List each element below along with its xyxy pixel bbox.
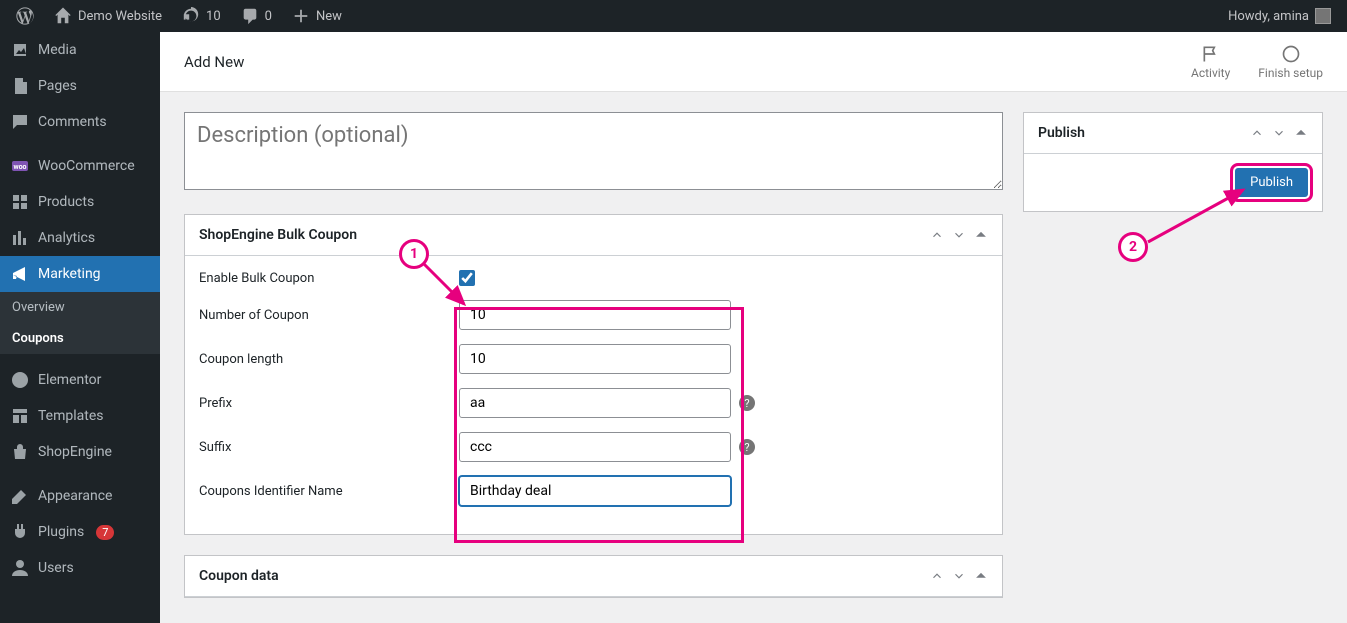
move-down-icon[interactable] — [1272, 126, 1286, 140]
description-textarea[interactable] — [184, 112, 1003, 190]
move-up-icon[interactable] — [930, 569, 944, 583]
sidebar-item-woocommerce[interactable]: wooWooCommerce — [0, 148, 160, 184]
annotation-step-2: 2 — [1118, 232, 1148, 262]
site-home-link[interactable]: Demo Website — [46, 0, 170, 32]
toggle-panel-icon[interactable] — [974, 228, 988, 242]
move-up-icon[interactable] — [930, 228, 944, 242]
comments-link[interactable]: 0 — [233, 0, 280, 32]
sidebar-item-pages[interactable]: Pages — [0, 68, 160, 104]
coupon-data-panel: Coupon data — [184, 555, 1003, 598]
enable-bulk-checkbox[interactable] — [459, 270, 475, 286]
home-icon — [54, 7, 72, 25]
sidebar-item-users[interactable]: Users — [0, 550, 160, 586]
new-content-link[interactable]: New — [284, 0, 350, 32]
marketing-icon — [10, 264, 30, 284]
sidebar-item-products[interactable]: Products — [0, 184, 160, 220]
templates-icon — [10, 406, 30, 426]
publish-panel: Publish Publish — [1023, 112, 1323, 212]
updates-count: 10 — [206, 9, 221, 24]
appearance-icon — [10, 486, 30, 506]
coupon-length-input[interactable] — [459, 344, 731, 374]
finish-setup-link[interactable]: Finish setup — [1258, 44, 1323, 80]
bulk-coupon-title: ShopEngine Bulk Coupon — [199, 227, 357, 243]
sidebar-item-analytics[interactable]: Analytics — [0, 220, 160, 256]
page-title: Add New — [184, 53, 244, 71]
avatar — [1315, 8, 1331, 24]
user-account-link[interactable]: Howdy, amina — [1220, 0, 1339, 32]
plugins-icon — [10, 522, 30, 542]
circle-icon — [1281, 44, 1301, 64]
admin-sidebar: Media Pages Comments wooWooCommerce Prod… — [0, 32, 160, 623]
users-icon — [10, 558, 30, 578]
identifier-label: Coupons Identifier Name — [199, 484, 459, 499]
sidebar-item-templates[interactable]: Templates — [0, 398, 160, 434]
wp-logo[interactable] — [8, 0, 42, 32]
sidebar-item-elementor[interactable]: Elementor — [0, 362, 160, 398]
coupon-data-title: Coupon data — [199, 568, 279, 584]
number-coupon-input[interactable] — [459, 300, 731, 330]
svg-text:woo: woo — [13, 163, 26, 171]
refresh-icon — [182, 7, 200, 25]
admin-bar: Demo Website 10 0 New Howdy, amina — [0, 0, 1347, 32]
comments-count: 0 — [265, 9, 272, 24]
move-down-icon[interactable] — [952, 228, 966, 242]
howdy-text: Howdy, amina — [1228, 9, 1309, 24]
flag-icon — [1201, 44, 1221, 64]
sidebar-subitem-overview[interactable]: Overview — [0, 292, 160, 323]
enable-bulk-label: Enable Bulk Coupon — [199, 271, 459, 286]
updates-link[interactable]: 10 — [174, 0, 229, 32]
sidebar-item-comments[interactable]: Comments — [0, 104, 160, 140]
bulk-coupon-panel: ShopEngine Bulk Coupon Enable Bulk Coupo… — [184, 214, 1003, 535]
sidebar-item-media[interactable]: Media — [0, 32, 160, 68]
toggle-panel-icon[interactable] — [974, 569, 988, 583]
comment-icon — [241, 7, 259, 25]
move-up-icon[interactable] — [1250, 126, 1264, 140]
sidebar-item-appearance[interactable]: Appearance — [0, 478, 160, 514]
pages-icon — [10, 76, 30, 96]
site-name: Demo Website — [78, 9, 162, 24]
suffix-label: Suffix — [199, 440, 459, 455]
publish-title: Publish — [1038, 125, 1085, 141]
analytics-icon — [10, 228, 30, 248]
page-header-strip: Add New Activity Finish setup — [160, 32, 1347, 92]
comments-icon — [10, 112, 30, 132]
plus-icon — [292, 7, 310, 25]
shopengine-icon — [10, 442, 30, 462]
toggle-panel-icon[interactable] — [1294, 126, 1308, 140]
prefix-input[interactable] — [459, 388, 731, 418]
prefix-label: Prefix — [199, 396, 459, 411]
activity-link[interactable]: Activity — [1191, 44, 1230, 80]
suffix-input[interactable] — [459, 432, 731, 462]
new-label: New — [316, 9, 342, 24]
media-icon — [10, 40, 30, 60]
woocommerce-icon: woo — [10, 156, 30, 176]
suffix-help-icon[interactable]: ? — [739, 439, 755, 455]
sidebar-subitem-coupons[interactable]: Coupons — [0, 323, 160, 354]
move-down-icon[interactable] — [952, 569, 966, 583]
sidebar-item-marketing[interactable]: Marketing — [0, 256, 160, 292]
wordpress-icon — [16, 7, 34, 25]
elementor-icon — [10, 370, 30, 390]
identifier-input[interactable] — [459, 476, 731, 506]
products-icon — [10, 192, 30, 212]
main-content: Add New Activity Finish setup ShopEngine… — [160, 32, 1347, 623]
publish-button[interactable]: Publish — [1235, 168, 1308, 197]
coupon-length-label: Coupon length — [199, 352, 459, 367]
sidebar-item-plugins[interactable]: Plugins7 — [0, 514, 160, 550]
plugins-badge: 7 — [96, 525, 114, 540]
prefix-help-icon[interactable]: ? — [739, 395, 755, 411]
sidebar-item-shopengine[interactable]: ShopEngine — [0, 434, 160, 470]
number-coupon-label: Number of Coupon — [199, 308, 459, 323]
